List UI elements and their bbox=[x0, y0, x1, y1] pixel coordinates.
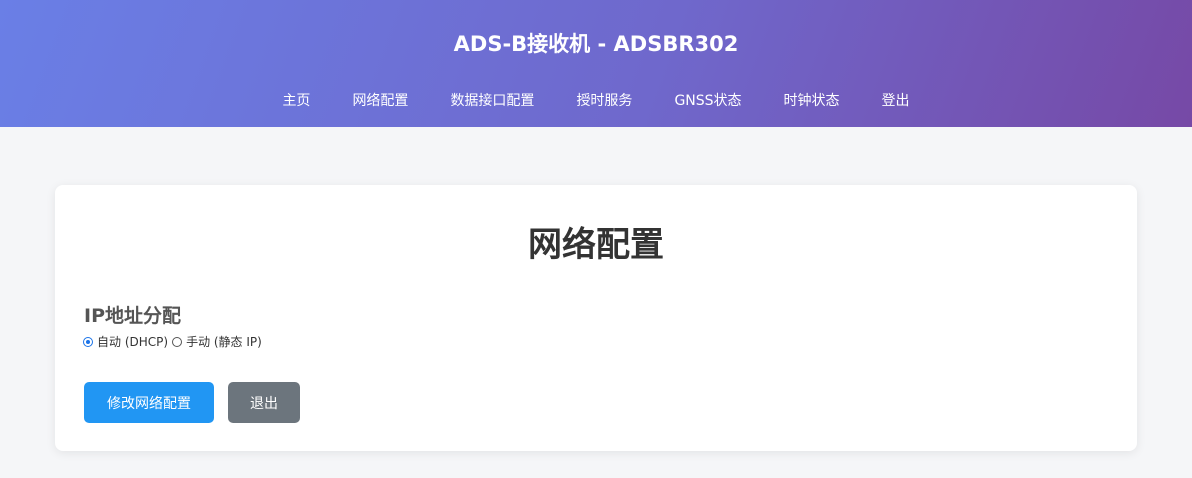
radio-dhcp-indicator[interactable] bbox=[83, 337, 93, 347]
page-title: 网络配置 bbox=[528, 225, 664, 265]
nav-clock-status[interactable]: 时钟状态 bbox=[763, 90, 861, 112]
nav-network-config[interactable]: 网络配置 bbox=[331, 90, 429, 112]
nav-home[interactable]: 主页 bbox=[261, 90, 331, 112]
radio-static[interactable]: 手动 (静态 IP) bbox=[172, 334, 262, 350]
nav-logout[interactable]: 登出 bbox=[861, 90, 931, 112]
nav-timing-service[interactable]: 授时服务 bbox=[555, 90, 653, 112]
app-title: ADS-B接收机 - ADSBR302 bbox=[453, 32, 739, 56]
radio-dhcp[interactable]: 自动 (DHCP) bbox=[83, 334, 168, 350]
modify-network-config-button[interactable]: 修改网络配置 bbox=[84, 382, 214, 423]
exit-button[interactable]: 退出 bbox=[228, 382, 300, 423]
nav-gnss-status[interactable]: GNSS状态 bbox=[653, 90, 762, 112]
ip-allocation-options: 自动 (DHCP) 手动 (静态 IP) bbox=[83, 334, 266, 350]
main-nav: 主页 网络配置 数据接口配置 授时服务 GNSS状态 时钟状态 登出 bbox=[0, 90, 1192, 112]
nav-data-interface-config[interactable]: 数据接口配置 bbox=[429, 90, 555, 112]
radio-static-indicator[interactable] bbox=[172, 337, 183, 347]
radio-dhcp-label: 自动 (DHCP) bbox=[97, 335, 169, 349]
ip-allocation-label: IP地址分配 bbox=[84, 305, 181, 327]
network-config-card: 网络配置 IP地址分配 自动 (DHCP) 手动 (静态 IP) 修改网络配置 … bbox=[55, 185, 1137, 451]
radio-static-label: 手动 (静态 IP) bbox=[186, 335, 262, 349]
top-header: ADS-B接收机 - ADSBR302 主页 网络配置 数据接口配置 授时服务 … bbox=[0, 0, 1192, 127]
